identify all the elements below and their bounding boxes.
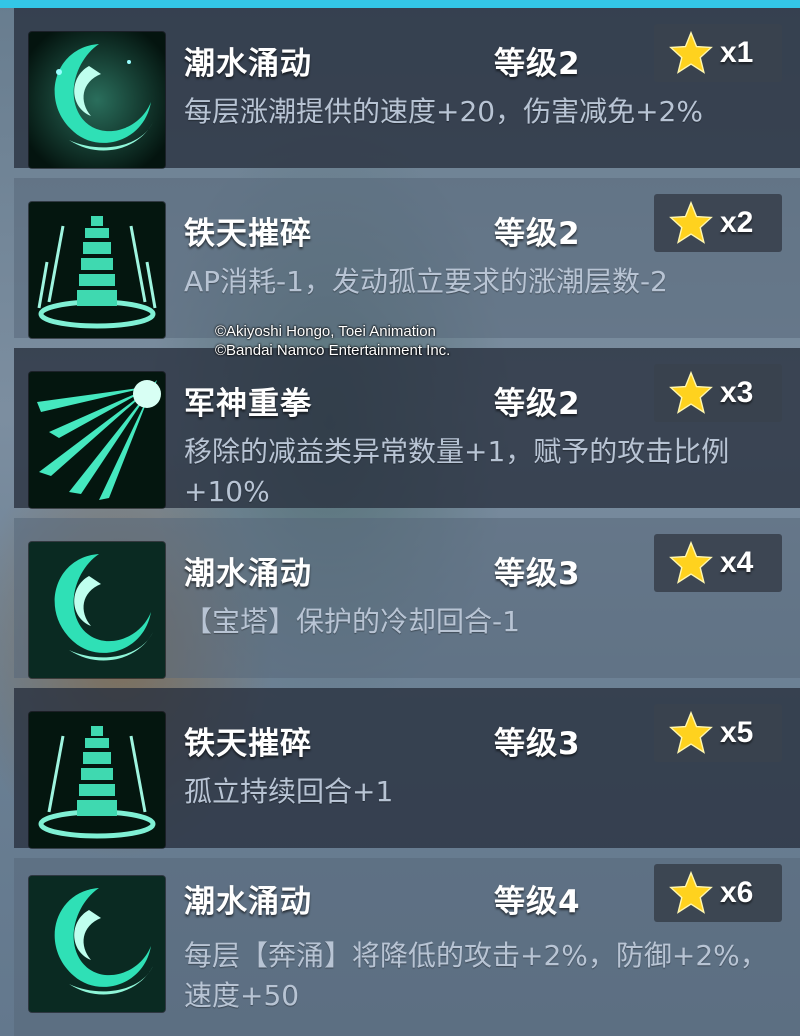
- skill-level: 等级2: [494, 46, 581, 82]
- skill-name: 潮水涌动: [184, 884, 312, 920]
- top-accent-bar: [0, 0, 800, 8]
- star-count: x4: [720, 546, 754, 579]
- skill-level: 等级3: [494, 556, 581, 592]
- skill-description: 每层涨潮提供的速度+20，伤害减免+2%: [184, 95, 703, 128]
- star-icon: [669, 540, 713, 584]
- star-icon: [669, 870, 713, 914]
- star-count: x1: [720, 36, 754, 69]
- star-icon: [669, 370, 713, 414]
- skill-row[interactable]: 潮水涌动 等级2 x1 每层涨潮提供的速度+20，伤害减免+2%: [14, 8, 800, 168]
- copyright-watermark: ©Akiyoshi Hongo, Toei Animation ©Bandai …: [215, 322, 450, 360]
- skill-name: 潮水涌动: [184, 46, 312, 82]
- skill-row[interactable]: 军神重拳 等级2 x3 移除的减益类异常数量+1，赋予的攻击比例+10%: [14, 348, 800, 508]
- star-count-badge: x4: [654, 534, 782, 592]
- skill-row[interactable]: 铁天摧碎 等级3 x5 孤立持续回合+1: [14, 688, 800, 848]
- tide-swirl-icon: [29, 32, 165, 168]
- skill-name: 铁天摧碎: [184, 216, 312, 252]
- skill-name: 潮水涌动: [184, 556, 312, 592]
- star-count-badge: x6: [654, 864, 782, 922]
- skill-description: 【宝塔】保护的冷却回合-1: [184, 605, 520, 638]
- skill-name: 铁天摧碎: [184, 726, 312, 762]
- skill-description: 每层【奔涌】将降低的攻击+2%，防御+2%，速度+50: [184, 939, 768, 1012]
- skill-name: 军神重拳: [184, 386, 312, 422]
- skill-description: 孤立持续回合+1: [184, 775, 394, 808]
- skill-row[interactable]: 铁天摧碎 等级2 x2 AP消耗-1，发动孤立要求的涨潮层数-2: [14, 178, 800, 338]
- tide-swirl-icon: [29, 542, 165, 678]
- tide-swirl-icon: [29, 876, 165, 1012]
- skill-level: 等级2: [494, 216, 581, 252]
- star-count: x2: [720, 206, 754, 239]
- star-count: x5: [720, 716, 754, 749]
- star-count-badge: x2: [654, 194, 782, 252]
- star-count: x6: [720, 876, 754, 909]
- star-icon: [669, 200, 713, 244]
- skill-description: 移除的减益类异常数量+1，赋予的攻击比例+10%: [184, 435, 730, 508]
- star-count-badge: x3: [654, 364, 782, 422]
- star-icon: [669, 30, 713, 74]
- copyright-line: ©Akiyoshi Hongo, Toei Animation: [215, 323, 436, 340]
- skill-row[interactable]: 潮水涌动 等级3 x4 【宝塔】保护的冷却回合-1: [14, 518, 800, 678]
- star-count: x3: [720, 376, 754, 409]
- skill-level: 等级2: [494, 386, 581, 422]
- star-count-badge: x5: [654, 704, 782, 762]
- punch-burst-icon: [29, 372, 165, 508]
- pagoda-burst-icon: [29, 202, 165, 338]
- pagoda-burst-icon: [29, 712, 165, 848]
- skill-description: AP消耗-1，发动孤立要求的涨潮层数-2: [184, 265, 668, 298]
- skill-level: 等级4: [494, 884, 581, 920]
- star-icon: [669, 710, 713, 754]
- star-count-badge: x1: [654, 24, 782, 82]
- skill-level: 等级3: [494, 726, 581, 762]
- skill-row[interactable]: 潮水涌动 等级4 x6 每层【奔涌】将降低的攻击+2%，防御+2%，速度+50: [14, 858, 800, 1036]
- copyright-line: ©Bandai Namco Entertainment Inc.: [215, 342, 451, 359]
